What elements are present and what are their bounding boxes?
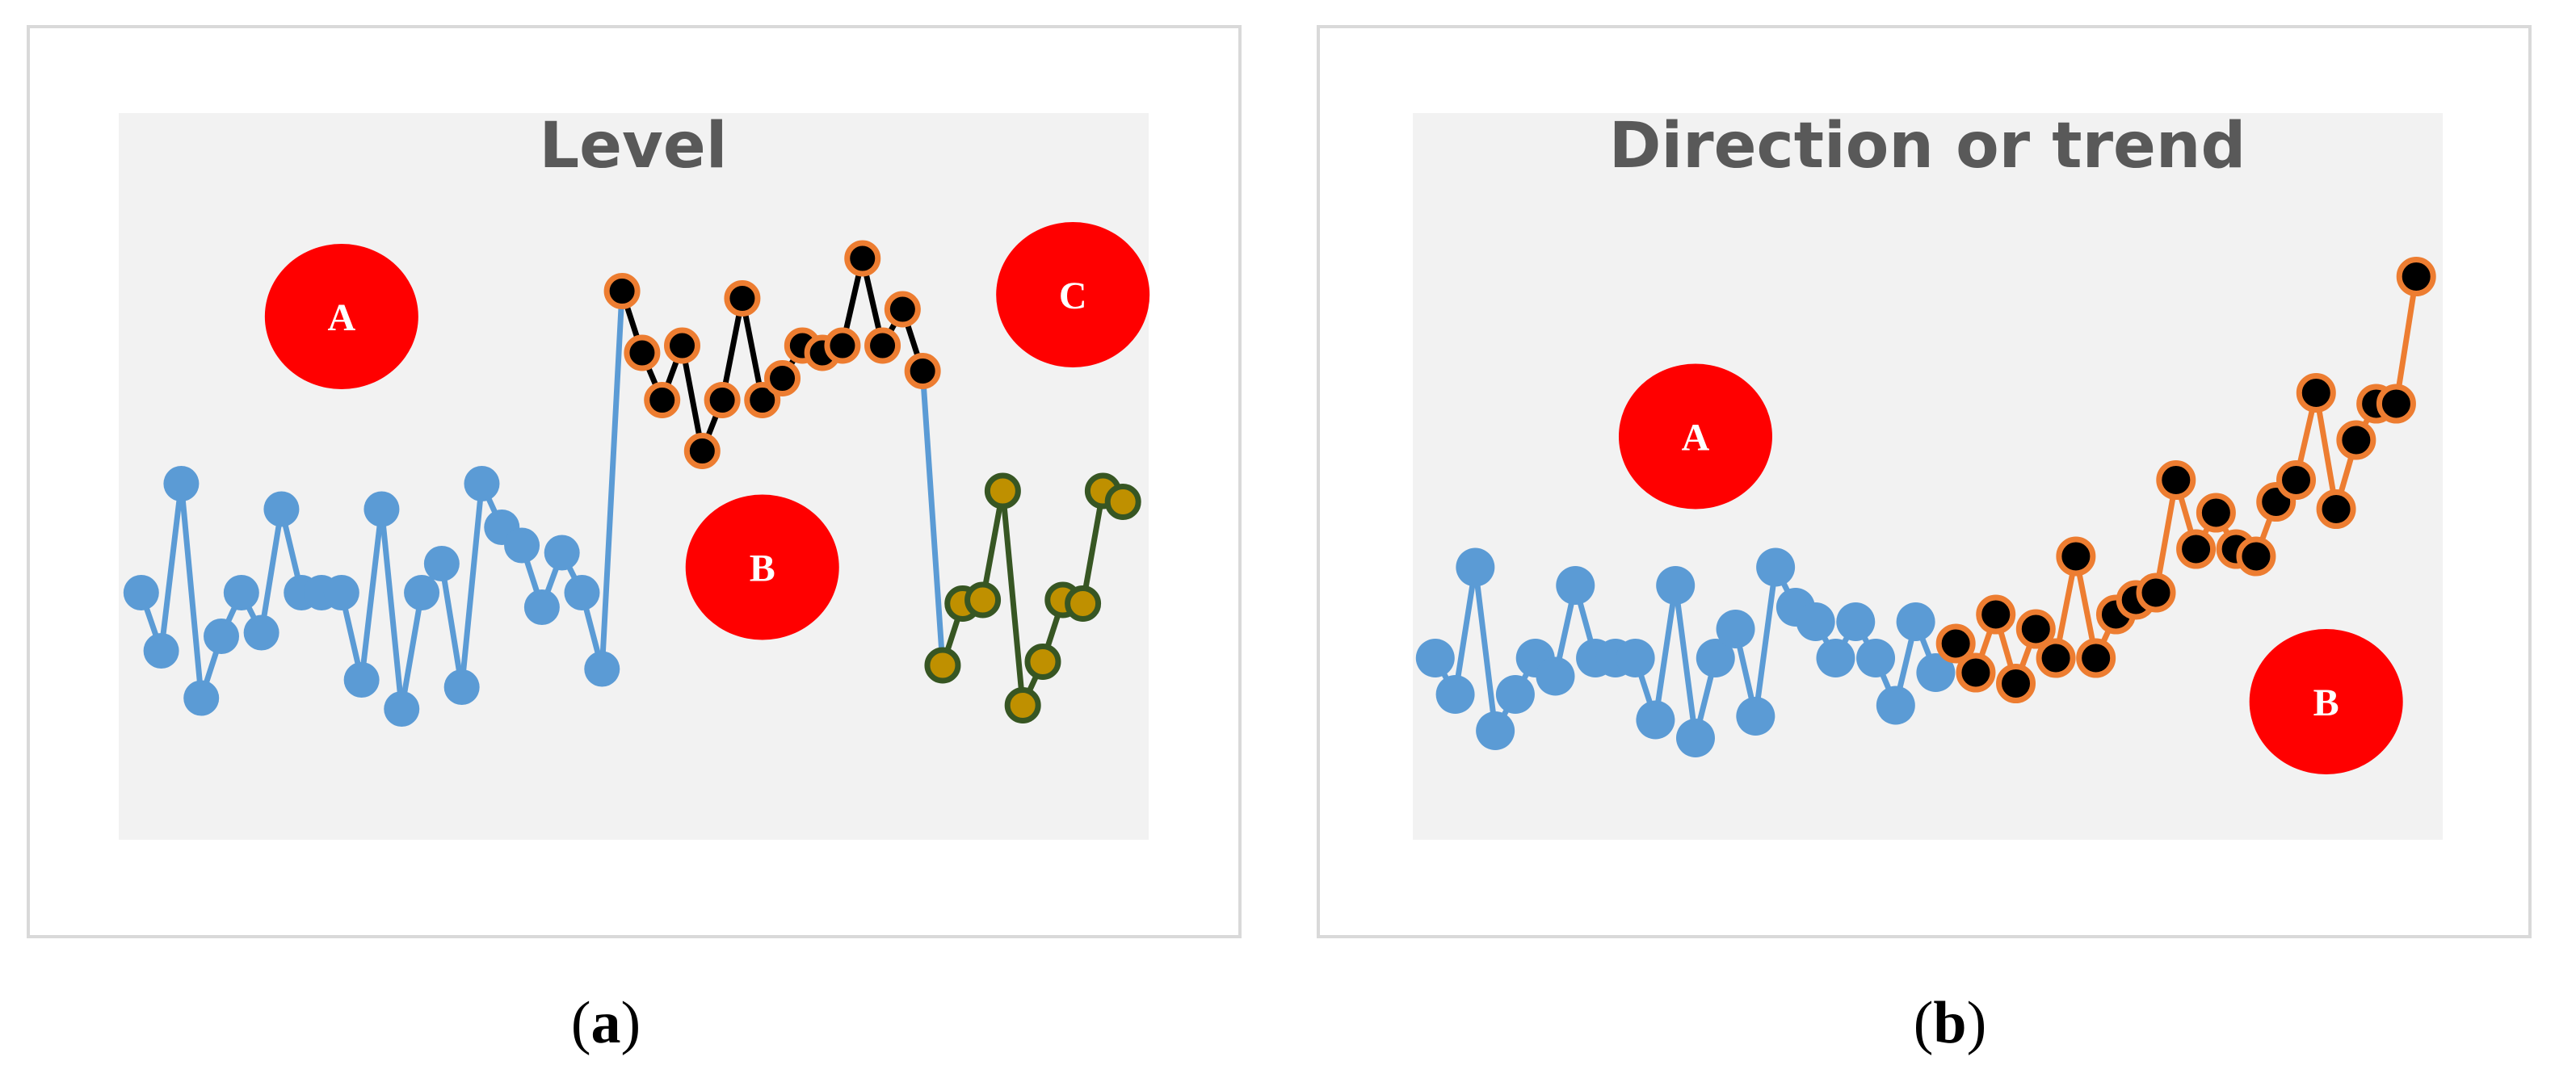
panel-b-point-28 — [1956, 652, 1996, 693]
panel-a-point-33 — [764, 360, 801, 396]
panel-b-point-13 — [1656, 566, 1696, 605]
panel-a-point-12 — [343, 662, 380, 698]
panel-a-point-29 — [683, 433, 721, 469]
panel-b-point-23 — [1856, 639, 1896, 677]
panel-a-phase-a-label: A — [328, 296, 356, 339]
panel-b-point-50 — [2396, 257, 2436, 296]
panel-b-point-45 — [2296, 373, 2336, 413]
panel-b-point-42 — [2236, 536, 2276, 577]
panel-b-point-14 — [1675, 719, 1715, 757]
panel-a-point-23 — [564, 575, 600, 610]
panel-a-point-25 — [603, 273, 641, 309]
panel-b-point-32 — [2036, 638, 2076, 678]
panel-b-point-44 — [2276, 460, 2317, 500]
panel-a-point-31 — [724, 280, 761, 317]
panel-b-point-34 — [2076, 638, 2116, 678]
panel-a-point-21 — [523, 589, 560, 625]
panel-a-point-24 — [584, 651, 620, 687]
panel-b-point-12 — [1636, 700, 1675, 740]
panel-b-title: Direction or trend — [1609, 110, 2246, 182]
panel-a-point-22 — [544, 535, 580, 571]
panel-a-point-45 — [1004, 687, 1041, 723]
panel-a-phase-b-label: B — [750, 547, 775, 590]
panel-a-title: Level — [539, 110, 727, 182]
panel-a-point-18 — [464, 466, 500, 501]
panel-b-point-22 — [1836, 602, 1876, 641]
panel-a-point-39 — [884, 291, 921, 328]
panel-b-point-7 — [1536, 656, 1575, 696]
panel-a-point-15 — [404, 575, 440, 610]
panel-a-point-48 — [1065, 585, 1102, 622]
panel-b-point-30 — [1996, 664, 2036, 703]
panel-b-point-21 — [1816, 639, 1855, 677]
panel-b-point-5 — [1495, 675, 1535, 714]
panel-b-point-33 — [2056, 536, 2096, 577]
panel-b-point-20 — [1796, 602, 1835, 641]
panel-b-point-24 — [1876, 686, 1915, 725]
panel-a-point-43 — [964, 581, 1002, 619]
panel-a-point-50 — [1104, 484, 1141, 520]
panel-b-point-1 — [1415, 639, 1455, 677]
panel-b-point-18 — [1756, 547, 1796, 587]
panel-b-caption-close: ) — [1966, 990, 1987, 1056]
panel-a-point-4 — [183, 680, 220, 716]
panel-b-point-25 — [1896, 602, 1935, 641]
panel-a-point-2 — [143, 633, 179, 669]
panel-a-point-5 — [204, 619, 240, 654]
panel-a-point-14 — [384, 691, 420, 727]
panel-a-point-46 — [1024, 644, 1061, 680]
panel-a-point-20 — [504, 527, 540, 564]
panel-b-point-46 — [2316, 489, 2356, 529]
panel-a-point-40 — [904, 353, 941, 389]
panel-b-chart: Direction or trend A B — [1317, 25, 2532, 938]
panel-b-point-11 — [1616, 639, 1655, 677]
panel-b-point-3 — [1456, 547, 1495, 587]
panel-a-point-28 — [664, 327, 701, 364]
panel-b-point-29 — [1976, 594, 2016, 635]
panel-b-point-16 — [1716, 610, 1755, 648]
panel-a-point-27 — [644, 382, 681, 418]
panel-a-point-30 — [704, 382, 741, 418]
panel-b-caption: (b) — [1788, 989, 2112, 1058]
panel-a-point-16 — [423, 546, 460, 581]
panel-b-point-8 — [1556, 566, 1595, 605]
panel-b-point-49 — [2376, 384, 2416, 424]
panel-b-point-37 — [2136, 572, 2176, 613]
panel-a-phase-c-label: C — [1059, 275, 1087, 317]
panel-a-point-7 — [243, 614, 279, 651]
panel-a-point-3 — [163, 466, 200, 501]
panel-a-chart: Level A B C — [27, 25, 1242, 938]
panel-a-point-6 — [223, 575, 259, 610]
panel-a-point-11 — [323, 575, 359, 610]
panel-b-caption-open: ( — [1913, 990, 1934, 1056]
panel-a-point-38 — [864, 327, 901, 364]
panel-a-point-44 — [984, 472, 1021, 510]
panel-b-phase-b-label: B — [2313, 681, 2339, 724]
panel-b-phase-a-label: A — [1682, 417, 1710, 459]
panel-a-point-1 — [123, 575, 159, 610]
panel-a-caption-open: ( — [570, 990, 591, 1056]
panel-b-caption-letter: b — [1933, 990, 1967, 1056]
panel-b-point-38 — [2156, 460, 2196, 500]
panel-a-point-41 — [924, 647, 961, 684]
panel-a-point-17 — [443, 669, 480, 705]
panel-a-point-37 — [844, 240, 881, 277]
panel-b-point-2 — [1435, 675, 1475, 714]
panel-b-point-17 — [1736, 697, 1775, 736]
panel-a-point-8 — [263, 491, 300, 527]
panel-a-point-13 — [363, 491, 400, 527]
panel-a-caption: (a) — [444, 989, 767, 1058]
panel-a-point-26 — [624, 334, 661, 371]
panel-b-point-4 — [1476, 711, 1515, 750]
panel-a-point-36 — [824, 327, 861, 364]
panel-a-caption-letter: a — [590, 990, 621, 1056]
panel-b-point-40 — [2196, 493, 2236, 533]
panel-b-point-39 — [2176, 529, 2217, 569]
panel-a-caption-close: ) — [620, 990, 641, 1056]
panel-b-point-47 — [2336, 420, 2376, 460]
